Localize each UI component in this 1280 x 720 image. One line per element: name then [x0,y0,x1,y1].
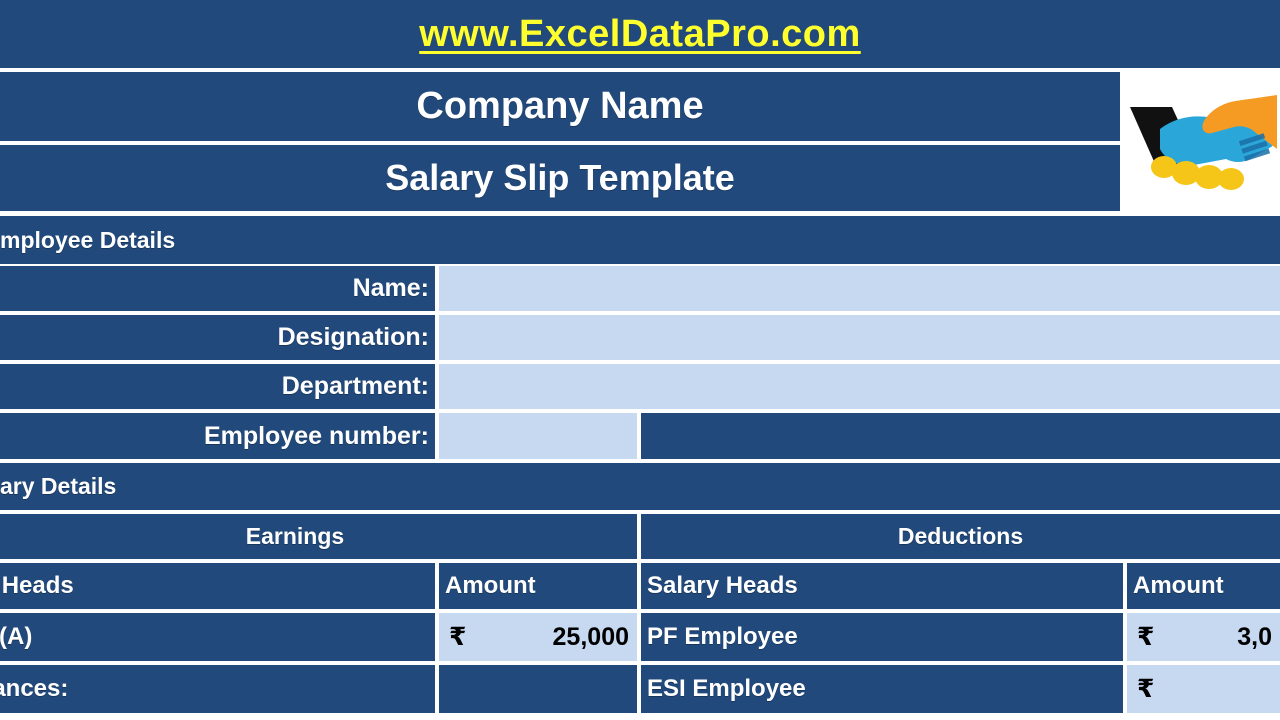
deductions-row-head: PF Employee [641,613,1123,661]
earnings-row-amount[interactable]: ₹ 25,000 [439,613,637,661]
deductions-row-amount-value: 3,0 [1237,622,1272,651]
earnings-group-header: Earnings [0,514,637,559]
gridline [0,264,1280,266]
deductions-heads-column-header: Salary Heads [641,563,1123,609]
handshake-logo-svg [1130,71,1277,209]
employee-number-filler [641,413,1280,459]
employee-department-input[interactable] [439,364,1280,409]
gridline [0,713,1280,720]
gridline [1123,559,1127,713]
employee-number-input[interactable] [439,413,637,459]
gridline [0,311,1280,315]
employee-details-section-title: mployee Details [0,216,1280,264]
rupee-icon: ₹ [449,623,467,651]
gridline [637,413,641,459]
earnings-row-amount-value: 25,000 [552,622,629,651]
earnings-row-head: sic (A) [0,613,435,661]
deductions-row-amount[interactable]: ₹ 3,0 [1127,613,1280,661]
earnings-row-amount[interactable] [439,665,637,713]
earnings-heads-column-header: ary Heads [0,563,435,609]
employee-name-label: Name: [0,266,435,311]
salary-slip-sheet: www.ExcelDataPro.com Company Name Salary… [0,0,1280,720]
deductions-group-header: Deductions [641,514,1280,559]
employee-name-input[interactable] [439,266,1280,311]
site-banner: www.ExcelDataPro.com [0,0,1280,68]
deductions-amount-column-header: Amount [1127,563,1280,609]
rupee-icon: ₹ [1137,675,1155,703]
gridline [0,360,1280,364]
rupee-icon: ₹ [1137,623,1155,651]
gridline [1120,72,1127,211]
employee-department-label: Department: [0,364,435,409]
gridline [435,264,439,459]
earnings-amount-column-header: Amount [439,563,637,609]
gridline [637,510,641,713]
gridline [0,211,1280,216]
gridline [0,68,1280,72]
earnings-row-head: owances: [0,665,435,713]
gridline [0,141,1127,145]
gridline [0,459,1280,463]
deductions-row-head: ESI Employee [641,665,1123,713]
salary-details-section-title: ary Details [0,463,1280,510]
document-title-cell[interactable]: Salary Slip Template [0,145,1120,211]
handshake-logo [1127,68,1280,212]
site-url-link[interactable]: www.ExcelDataPro.com [419,13,861,56]
company-name-cell[interactable]: Company Name [0,72,1120,141]
employee-number-label: Employee number: [0,413,435,459]
employee-designation-label: Designation: [0,315,435,360]
employee-designation-input[interactable] [439,315,1280,360]
gridline [435,559,439,713]
deductions-row-amount[interactable]: ₹ [1127,665,1280,713]
